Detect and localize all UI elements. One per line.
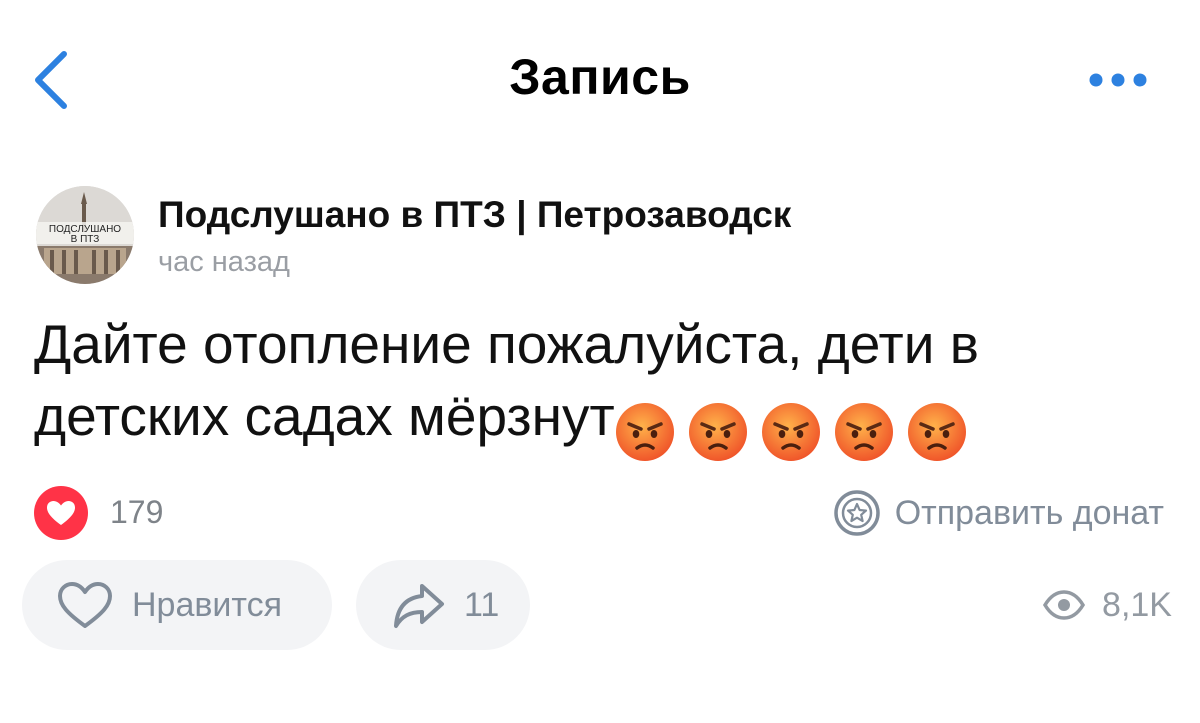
top-bar: Запись — [0, 0, 1200, 150]
share-count: 11 — [464, 585, 500, 624]
views-counter: 8,1K — [1042, 580, 1172, 630]
star-coin-icon — [833, 490, 880, 536]
angry-face-emoji — [907, 403, 966, 462]
author-name[interactable]: Подслушано в ПТЗ | Петрозаводск — [158, 194, 791, 236]
reaction-count[interactable]: 179 — [110, 494, 163, 531]
eye-icon — [1043, 590, 1086, 620]
angry-face-emoji — [688, 403, 747, 462]
heart-reaction-icon[interactable] — [34, 486, 88, 540]
share-button[interactable]: 11 — [356, 560, 530, 650]
post-actions: Нравится 11 8,1K — [22, 560, 1172, 652]
reactions-bar: 179 Отправить донат — [30, 486, 1170, 542]
like-label: Нравится — [132, 585, 283, 624]
angry-face-emoji — [615, 403, 674, 462]
post-header: ПОДСЛУШАНО В ПТЗ Подслушано в ПТЗ | Петр… — [30, 180, 1170, 290]
like-button[interactable]: Нравится — [22, 560, 332, 650]
page-title: Запись — [509, 49, 691, 105]
post-timestamp: час назад — [158, 246, 290, 278]
share-arrow-icon — [394, 584, 444, 628]
post-text: Дайте отопление пожалуйста, дети в детск… — [34, 308, 1154, 464]
views-count: 8,1K — [1102, 585, 1172, 624]
avatar[interactable]: ПОДСЛУШАНО В ПТЗ — [36, 186, 134, 284]
angry-face-emoji — [761, 403, 820, 462]
emoji-row — [615, 392, 980, 464]
angry-face-emoji — [834, 403, 893, 462]
more-horizontal-icon[interactable] — [1088, 68, 1148, 92]
heart-outline-icon — [58, 582, 112, 628]
avatar-image: ПОДСЛУШАНО В ПТЗ — [36, 186, 134, 284]
donate-label: Отправить донат — [894, 493, 1164, 532]
avatar-text-bottom: В ПТЗ — [71, 234, 100, 245]
donate-button[interactable]: Отправить донат — [833, 488, 1164, 538]
